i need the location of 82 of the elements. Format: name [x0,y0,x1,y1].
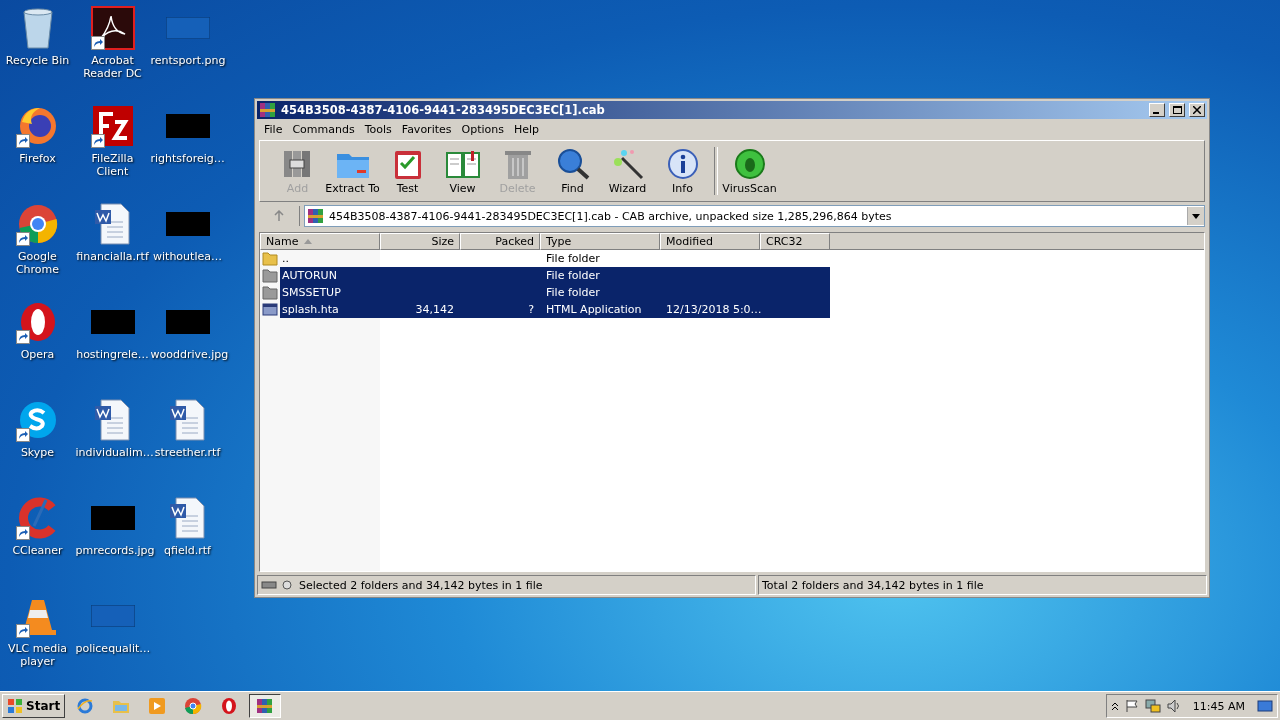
toolbar-button[interactable]: Find [545,141,600,201]
table-cell-text: 34,142 [414,302,455,318]
table-cell-text: File folder [545,251,601,267]
flag-icon[interactable] [1124,699,1139,713]
toolbar-button[interactable]: Test [380,141,435,201]
menu-item[interactable]: Tools [359,122,397,136]
opera-icon [220,697,239,715]
selected-row-highlight[interactable]: splash.hta 34,142 ? HTML Application 12/13/2018 5:0… [280,301,830,318]
show-desktop-icon[interactable] [1257,699,1273,713]
winrar-icon [259,101,277,119]
desktop-icon-label[interactable]: FileZilla Client [75,152,150,178]
toolbar-button[interactable]: View [435,141,490,201]
status-text: Selected 2 folders and 34,142 bytes in 1 file [299,578,543,592]
application-window-icon [262,302,278,317]
network-icon[interactable] [1144,699,1161,713]
desktop-icon-label[interactable]: Acrobat Reader DC [75,54,150,80]
desktop-icon-label[interactable]: Opera [0,348,75,361]
winrar-icon [307,207,325,225]
column-header[interactable]: Name [260,233,380,250]
toolbar-button[interactable]: Info [655,141,710,201]
menu-item[interactable]: Options [456,122,509,136]
toolbar-button[interactable]: VirusScan [722,141,777,201]
start-button[interactable]: Start [2,694,66,718]
internet-explorer-icon [76,697,95,715]
desktop-icon-label[interactable]: CCleaner [0,544,75,557]
menu-item[interactable]: Commands [287,122,360,136]
file-name: .. [281,251,290,267]
column-header[interactable]: Modified [660,233,760,250]
dropdown-button[interactable] [1187,207,1204,225]
windows-logo-icon [7,698,23,714]
minimize-button[interactable] [1149,103,1165,117]
menu-item[interactable]: Help [508,122,545,136]
maximize-button[interactable] [1169,103,1185,117]
maximize-icon [1172,106,1182,114]
media-player-icon [148,697,167,715]
taskbar-app-button[interactable] [249,694,282,718]
file-name: SMSSETUP [281,285,342,301]
menu-item[interactable]: Favorites [396,122,457,136]
close-icon [1193,106,1201,114]
caret-icon [1192,213,1200,219]
column-header[interactable]: Packed [460,233,540,250]
chrome-icon [184,697,203,715]
toolbar-button[interactable]: Extract To [325,141,380,201]
file-row[interactable]: .. File folder [280,250,830,267]
column-header[interactable]: Size [380,233,460,250]
file-name: splash.hta [281,302,340,318]
desktop-icon-label[interactable]: hostingrele… [75,348,150,361]
desktop-icon-label[interactable]: Skype [0,446,75,459]
desktop-icon-label[interactable]: Google Chrome [0,250,75,276]
folder-icon [262,268,278,283]
desktop-icon-label[interactable]: rentsport.png [150,54,225,67]
status-text: Total 2 folders and 34,142 bytes in 1 file [762,578,984,592]
selected-row-highlight[interactable]: SMSSETUP File folder [280,284,830,301]
table-cell-text: 12/13/2018 5:0… [665,302,760,318]
clock[interactable]: 11:45 AM [1186,699,1251,713]
table-cell-text: ? [527,302,535,318]
speaker-icon[interactable] [1166,699,1181,713]
winrar-icon [256,697,275,715]
desktop-icon-label[interactable]: financialla.rtf [75,250,150,263]
column-header[interactable]: CRC32 [760,233,830,250]
toolbar-button[interactable]: Wizard [600,141,655,201]
chevron-up-icon[interactable] [1110,701,1119,711]
column-header[interactable]: Type [540,233,660,250]
selected-row-highlight[interactable]: AUTORUN File folder [280,267,830,284]
table-cell-text: File folder [545,285,601,301]
desktop-icon-label[interactable]: policequalit… [75,642,150,655]
desktop-icon-label[interactable]: withoutlea… [150,250,225,263]
desktop-icon-label[interactable]: Recycle Bin [0,54,75,67]
folder-icon [262,285,278,300]
close-button[interactable] [1189,103,1205,117]
desktop-icon-label[interactable]: rightsforeig… [150,152,225,165]
window-title: 454B3508-4387-4106-9441-283495DEC3EC[1].cab [281,103,606,117]
address-field[interactable]: 454B3508-4387-4106-9441-283495DEC3EC[1].cab - CAB archive, unpacked size 1,285,296,864 bytes [304,205,1205,227]
table-cell-text: File folder [545,268,601,284]
desktop-icon-label[interactable]: Firefox [0,152,75,165]
up-arrow-icon [273,210,285,222]
desktop-icon-label[interactable]: VLC media player [0,642,75,668]
sort-arrow-icon [304,239,313,244]
menu-item[interactable]: File [259,122,288,136]
file-name: AUTORUN [281,268,338,284]
drive-icon [261,579,295,591]
table-cell-text: HTML Application [545,302,643,318]
